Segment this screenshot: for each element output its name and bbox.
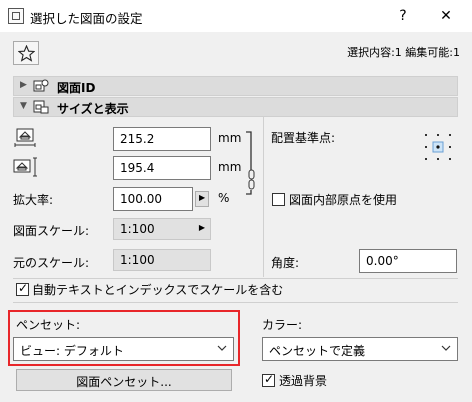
height-icon <box>13 157 37 177</box>
drawing-id-icon <box>33 79 49 92</box>
panel-size-display[interactable]: ▼ サイズと表示 <box>13 97 458 117</box>
chevron-down-icon <box>441 345 451 351</box>
height-unit: mm <box>218 160 242 174</box>
angle-label: 角度: <box>271 256 300 270</box>
scale-arrow-icon: ▶ <box>198 223 205 232</box>
anchor-label: 配置基準点: <box>271 131 336 145</box>
window-title: 選択した図面の設定 <box>30 11 143 26</box>
drawing-scale-label: 図面スケール: <box>13 224 90 238</box>
original-scale-value: 1:100 <box>120 253 155 267</box>
chevron-down-icon <box>217 345 227 351</box>
favorites-button[interactable] <box>13 41 39 65</box>
separator <box>13 302 458 303</box>
panel-label-drawing-id: 図面ID <box>57 81 96 95</box>
height-input[interactable]: 195.4 <box>113 156 211 180</box>
collapse-arrow-icon: ▼ <box>20 101 27 111</box>
pen-set-dropdown[interactable]: ビュー: デフォルト <box>13 337 234 361</box>
color-dropdown[interactable]: ペンセットで定義 <box>262 337 458 361</box>
expand-arrow-icon: ▶ <box>20 80 27 90</box>
chain-link-icon[interactable] <box>244 128 258 198</box>
separator <box>13 278 458 279</box>
color-label: カラー: <box>262 318 303 332</box>
zoom-label: 拡大率: <box>13 193 54 207</box>
transparent-bg-label: 透過背景 <box>279 374 328 388</box>
zoom-input[interactable]: 100.00 <box>113 187 193 211</box>
dialog-icon <box>8 8 24 24</box>
width-input[interactable]: 215.2 <box>113 127 211 151</box>
play-arrow-icon: ▶ <box>199 193 206 202</box>
use-origin-checkbox[interactable] <box>272 193 285 206</box>
drawing-pen-set-button[interactable]: 図面ペンセット... <box>16 369 232 391</box>
column-divider <box>263 117 264 277</box>
panel-label-size-display: サイズと表示 <box>57 102 129 116</box>
use-origin-label: 図面内部原点を使用 <box>289 193 398 207</box>
drawing-scale-select[interactable]: 1:100 ▶ <box>113 218 211 240</box>
width-icon <box>14 128 36 147</box>
drawing-scale-value: 1:100 <box>120 222 155 236</box>
close-button[interactable]: ✕ <box>436 6 456 26</box>
color-value: ペンセットで定義 <box>269 344 366 358</box>
zoom-unit: % <box>218 191 230 205</box>
auto-text-checkbox[interactable] <box>16 281 29 296</box>
drawing-size-icon <box>33 100 49 114</box>
width-unit: mm <box>218 131 242 145</box>
auto-text-label: 自動テキストとインデックスでスケールを含む <box>32 283 284 297</box>
pen-set-label: ペンセット: <box>16 318 81 332</box>
anchor-point-grid[interactable] <box>423 132 453 162</box>
star-icon <box>18 45 35 62</box>
original-scale-field: 1:100 <box>113 249 211 271</box>
transparent-bg-checkbox[interactable] <box>262 372 275 387</box>
help-button[interactable]: ? <box>393 6 413 26</box>
angle-input[interactable]: 0.00° <box>359 249 457 273</box>
zoom-arrow-button[interactable]: ▶ <box>195 191 209 207</box>
pen-set-value: ビュー: デフォルト <box>20 344 124 358</box>
panel-drawing-id[interactable]: ▶ 図面ID <box>13 76 458 96</box>
selection-info: 選択内容:1 編集可能:1 <box>347 46 460 59</box>
original-scale-label: 元のスケール: <box>13 256 90 270</box>
